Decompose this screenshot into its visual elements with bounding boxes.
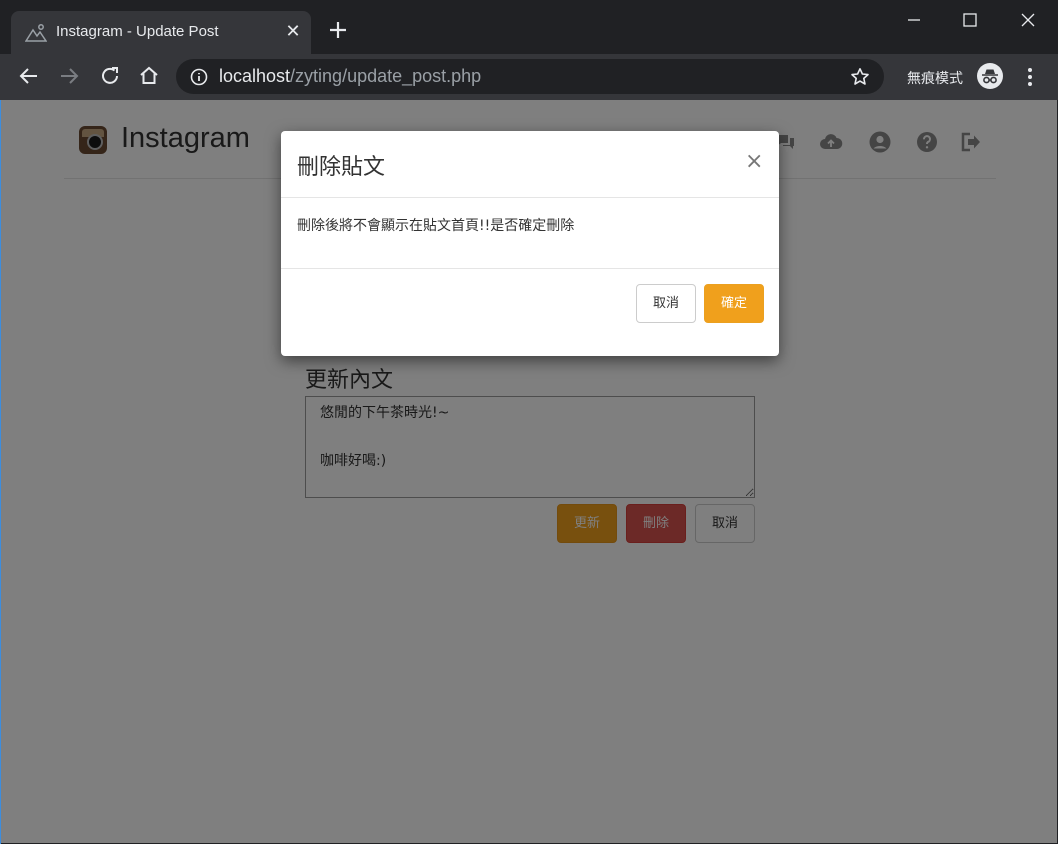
modal-confirm-button[interactable]: 確定 <box>704 284 764 323</box>
browser-tab[interactable]: Instagram - Update Post ✕ <box>11 11 311 54</box>
bookmark-star-icon[interactable] <box>850 67 870 87</box>
browser-toolbar: localhost/zyting/update_post.php 無痕模式 <box>0 54 1058 100</box>
page-viewport: Instagram 更新內文 悠閒的下午茶時光!~ 咖啡好喝:) 更新 刪除 取 <box>1 100 1057 843</box>
reload-icon[interactable] <box>98 64 122 88</box>
modal-header-divider <box>281 197 779 198</box>
tab-favicon-icon <box>25 24 47 42</box>
home-icon[interactable] <box>137 64 161 88</box>
url-host: localhost <box>219 66 291 86</box>
minimize-icon[interactable] <box>902 8 926 32</box>
tab-close-icon[interactable]: ✕ <box>283 21 303 43</box>
modal-cancel-button[interactable]: 取消 <box>636 284 696 323</box>
incognito-label[interactable]: 無痕模式 <box>907 68 963 88</box>
forward-icon[interactable] <box>57 64 81 88</box>
browser-menu-icon[interactable] <box>1020 65 1040 89</box>
modal-title: 刪除貼文 <box>297 155 386 180</box>
maximize-icon[interactable] <box>958 8 982 32</box>
modal-footer-divider <box>281 268 779 269</box>
address-bar[interactable]: localhost/zyting/update_post.php <box>176 59 884 94</box>
incognito-icon[interactable] <box>977 63 1003 89</box>
modal-close-icon[interactable]: × <box>745 151 763 173</box>
tab-title: Instagram - Update Post <box>56 23 219 40</box>
delete-confirm-modal: 刪除貼文 × 刪除後將不會顯示在貼文首頁!!是否確定刪除 取消 確定 <box>281 131 779 356</box>
site-info-icon[interactable] <box>190 68 208 86</box>
modal-message: 刪除後將不會顯示在貼文首頁!!是否確定刪除 <box>297 218 575 234</box>
new-tab-icon[interactable] <box>326 18 350 42</box>
browser-titlebar: Instagram - Update Post ✕ <box>0 0 1058 54</box>
back-icon[interactable] <box>17 64 41 88</box>
address-url[interactable]: localhost/zyting/update_post.php <box>219 66 481 87</box>
url-path: /zyting/update_post.php <box>290 66 482 86</box>
window-close-icon[interactable] <box>1016 8 1040 32</box>
